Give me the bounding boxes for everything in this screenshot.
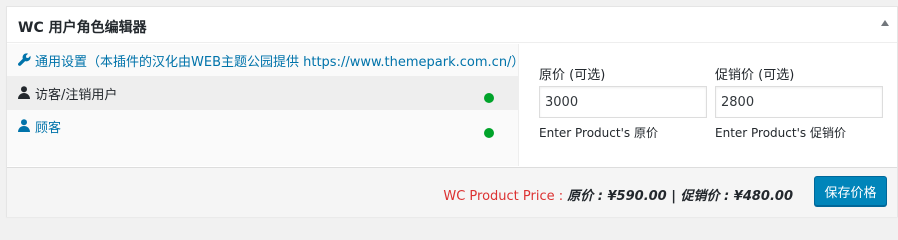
tab-label: 访客/注销用户 xyxy=(35,88,118,103)
wc-role-editor-panel: WC 用户角色编辑器 通用设置（本插件的汉化由WEB主题公园提供 https:/… xyxy=(6,6,898,217)
wrench-icon xyxy=(17,53,31,70)
sale-price-label: 促销价 (可选) xyxy=(715,68,795,83)
save-price-button[interactable]: 保存价格 xyxy=(814,176,887,206)
arrow-up-icon[interactable] xyxy=(881,20,889,26)
price-summary-value: 原价 : ¥590.00 | 促销价 : ¥480.00 xyxy=(567,189,793,204)
sale-price-field: 促销价 (可选) Enter Product's 促销价 xyxy=(715,64,883,141)
regular-price-hint: Enter Product's 原价 xyxy=(539,126,658,140)
sale-price-input[interactable] xyxy=(715,86,883,118)
tab-label: 通用设置（本插件的汉化由WEB主题公园提供 https://www.themep… xyxy=(35,55,518,70)
regular-price-input[interactable] xyxy=(539,86,707,118)
status-dot xyxy=(484,93,494,103)
role-tabs: 通用设置（本插件的汉化由WEB主题公园提供 https://www.themep… xyxy=(7,44,519,166)
tab-general-settings[interactable]: 通用设置（本插件的汉化由WEB主题公园提供 https://www.themep… xyxy=(7,44,518,77)
price-summary-label: WC Product Price : xyxy=(443,189,568,204)
tab-label: 顾客 xyxy=(35,121,62,136)
panel-header: WC 用户角色编辑器 xyxy=(7,7,897,43)
panel-footer: WC Product Price : 原价 : ¥590.00 | 促销价 : … xyxy=(7,167,897,217)
user-icon xyxy=(17,86,31,103)
regular-price-field: 原价 (可选) Enter Product's 原价 xyxy=(539,64,707,141)
user-icon xyxy=(17,119,31,136)
tab-guest-logged-out[interactable]: 访客/注销用户 xyxy=(7,77,518,110)
sale-price-hint: Enter Product's 促销价 xyxy=(715,126,846,140)
price-summary: WC Product Price : 原价 : ¥590.00 | 促销价 : … xyxy=(443,185,793,204)
panel-title: WC 用户角色编辑器 xyxy=(18,20,147,36)
tab-customer[interactable]: 顾客 xyxy=(7,110,518,165)
status-dot xyxy=(484,128,494,138)
regular-price-label: 原价 (可选) xyxy=(539,68,606,83)
